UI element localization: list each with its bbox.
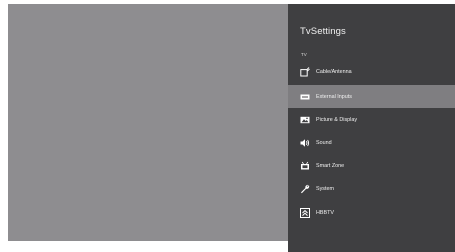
hbbtv-icon [300, 207, 310, 218]
menu-item-external-inputs[interactable]: External Inputs [288, 85, 455, 109]
menu-item-label: External Inputs [316, 93, 352, 100]
menu-item-label: HBBTV [316, 209, 334, 216]
external-inputs-icon [300, 92, 310, 102]
menu-item-label: Picture & Display [316, 116, 358, 123]
wrench-icon [300, 184, 310, 194]
menu-item-label: Sound [316, 139, 332, 146]
sound-icon [300, 138, 310, 148]
menu-item-sound[interactable]: Sound [288, 131, 455, 154]
menu-item-picture-display[interactable]: Picture & Display [288, 108, 455, 131]
picture-icon [300, 115, 310, 125]
section-label-tv: TV [301, 52, 307, 57]
menu-item-label: System [316, 186, 334, 193]
settings-panel: TvSettings TV Cable/Antenna External Inp… [288, 4, 455, 252]
cable-antenna-icon [300, 66, 310, 77]
menu-item-system[interactable]: System [288, 178, 455, 201]
menu-item-smart-zone[interactable]: Smart Zone [288, 155, 455, 178]
menu-item-hbbtv[interactable]: HBBTV [288, 201, 455, 224]
panel-title: TvSettings [300, 26, 346, 37]
menu-item-label: Cable/Antenna [316, 68, 352, 75]
settings-menu: Cable/Antenna External Inputs Picture & … [288, 58, 455, 224]
smart-zone-icon [300, 161, 310, 171]
menu-item-cable-antenna[interactable]: Cable/Antenna [288, 58, 455, 85]
menu-item-label: Smart Zone [316, 163, 345, 170]
